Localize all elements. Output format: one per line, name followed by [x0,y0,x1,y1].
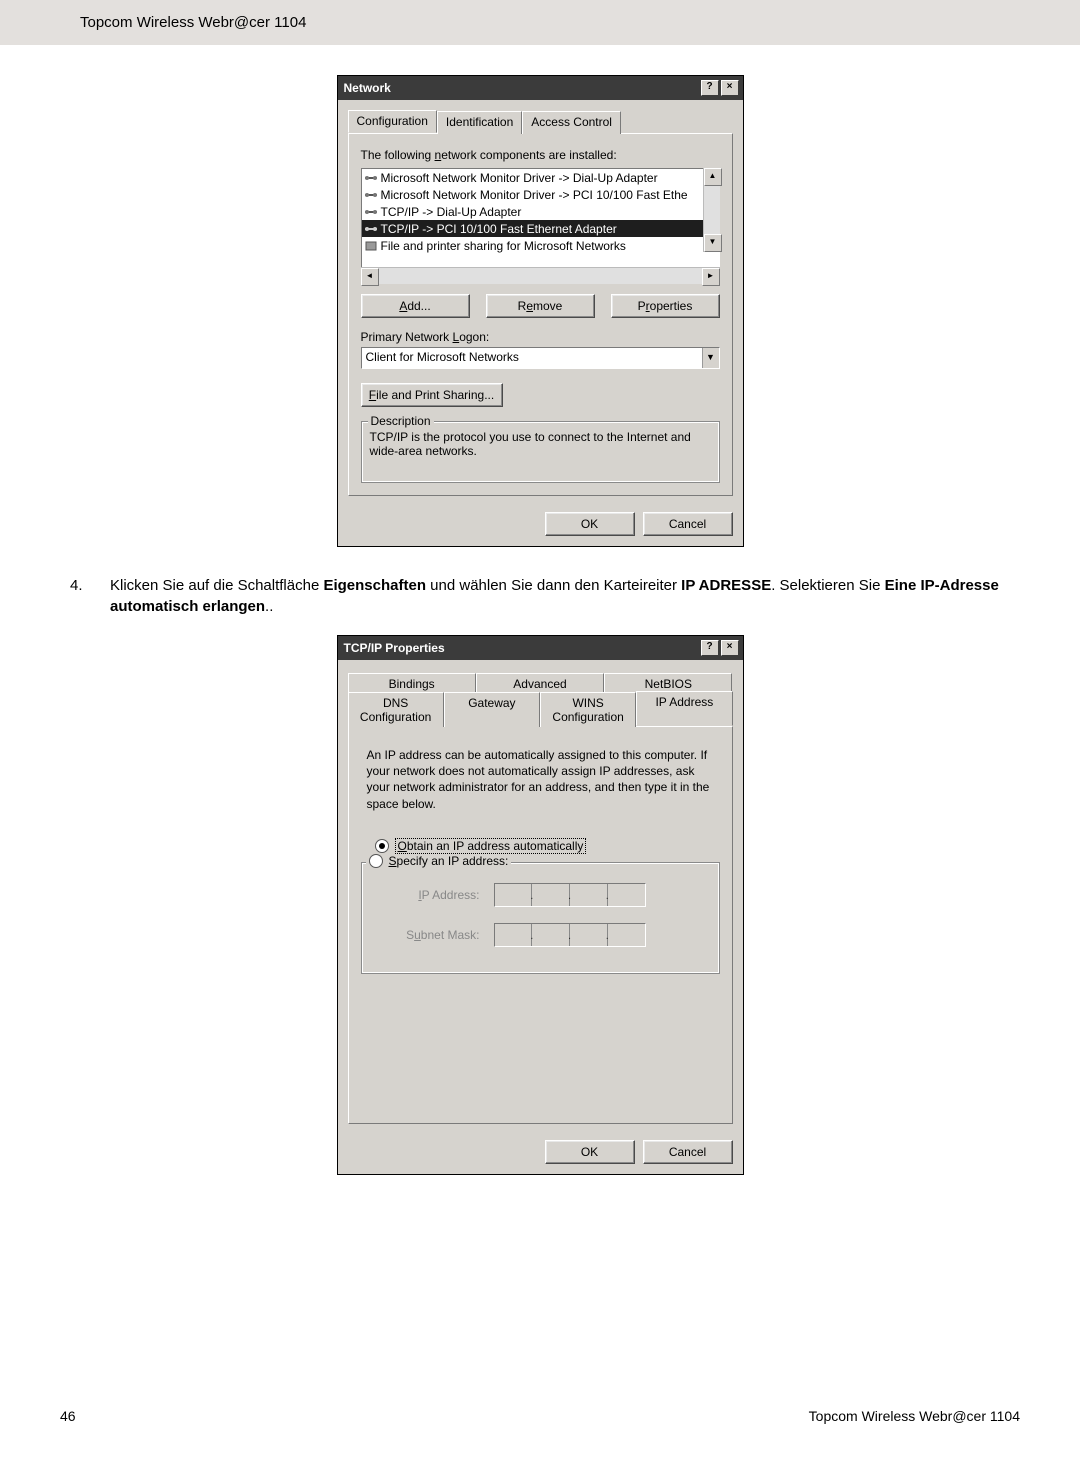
footer-title: Topcom Wireless Webr@cer 1104 [809,1408,1020,1424]
close-button[interactable]: × [721,80,739,96]
page-content: Network ? × Configuration Identification… [0,45,1080,1175]
instruction-step-4: 4. Klicken Sie auf die Schaltfläche Eige… [70,575,1020,617]
tcpip-dialog: TCP/IP Properties ? × Bindings Advanced … [337,635,744,1175]
ok-button[interactable]: OK [545,512,635,536]
tab-ip-address[interactable]: IP Address [636,691,732,726]
protocol-icon [364,205,378,219]
tab-configuration[interactable]: Configuration [348,110,437,133]
help-button[interactable]: ? [701,80,719,96]
ip-seg[interactable] [608,884,645,906]
list-item[interactable]: Microsoft Network Monitor Driver -> Dial… [362,169,719,186]
list-item[interactable]: File and printer sharing for Microsoft N… [362,237,719,254]
service-icon [364,239,378,253]
subnet-mask-row: Subnet Mask: [390,923,711,947]
titlebar: TCP/IP Properties ? × [338,636,743,660]
page-number: 46 [60,1408,76,1424]
titlebar: Network ? × [338,76,743,100]
header-title: Topcom Wireless Webr@cer 1104 [80,14,306,31]
protocol-icon [364,222,378,236]
tab-wins-configuration[interactable]: WINS Configuration [540,692,636,727]
scroll-down-button[interactable]: ▼ [704,234,722,252]
ip-address-row: IP Address: [390,883,711,907]
combo-value: Client for Microsoft Networks [362,348,702,368]
list-item[interactable]: Microsoft Network Monitor Driver -> PCI … [362,186,719,203]
help-button[interactable]: ? [701,640,719,656]
dialog-title: Network [344,81,699,95]
protocol-icon [364,188,378,202]
scroll-left-button[interactable]: ◄ [361,268,379,286]
properties-button[interactable]: Properties [611,294,720,318]
tabs-two-rows: Bindings Advanced NetBIOS DNS Configurat… [348,670,733,726]
vertical-scrollbar[interactable]: ▲ ▼ [703,168,720,252]
tab-panel-ip-address: An IP address can be automatically assig… [348,726,733,1124]
tab-dns-configuration[interactable]: DNS Configuration [348,692,444,727]
ip-seg[interactable] [495,884,533,906]
radio-obtain[interactable] [375,839,389,853]
subnet-mask-label: Subnet Mask: [390,928,480,942]
tab-gateway[interactable]: Gateway [444,692,540,727]
primary-logon-combo[interactable]: Client for Microsoft Networks ▼ [361,347,720,369]
step-number: 4. [70,575,110,617]
components-listbox-wrap: Microsoft Network Monitor Driver -> Dial… [361,168,720,268]
horizontal-scrollbar[interactable]: ◄ ► [361,267,720,284]
radio-obtain-label: Obtain an IP address automatically [395,838,587,854]
dialog-body: Bindings Advanced NetBIOS DNS Configurat… [338,660,743,1132]
ip-seg[interactable] [570,924,608,946]
specify-group: Specify an IP address: IP Address: [361,862,720,974]
step-text: Klicken Sie auf die Schaltfläche Eigensc… [110,575,1020,617]
ip-address-label: IP Address: [390,888,480,902]
subnet-mask-input[interactable] [494,923,646,947]
file-print-sharing-button[interactable]: File and Print Sharing... [361,383,503,407]
component-button-row: Add... Remove Properties [361,294,720,318]
tab-panel-configuration: The following network components are ins… [348,133,733,496]
list-item-selected[interactable]: TCP/IP -> PCI 10/100 Fast Ethernet Adapt… [362,220,719,237]
dialog-body: Configuration Identification Access Cont… [338,100,743,504]
scroll-right-button[interactable]: ► [702,268,720,286]
dialog-bottom-row: OK Cancel [338,504,743,546]
radio-specify-legend: Specify an IP address: [366,854,512,868]
close-button[interactable]: × [721,640,739,656]
dialog-bottom-row: OK Cancel [338,1132,743,1174]
tab-access-control[interactable]: Access Control [522,111,621,134]
page-footer: 46 Topcom Wireless Webr@cer 1104 [60,1408,1020,1424]
ip-address-input[interactable] [494,883,646,907]
primary-logon-label: Primary Network Logon: [361,330,720,344]
network-dialog: Network ? × Configuration Identification… [337,75,744,547]
ip-seg[interactable] [608,924,645,946]
chevron-down-icon[interactable]: ▼ [702,348,719,368]
installed-label: The following network components are ins… [361,148,720,162]
ip-seg[interactable] [570,884,608,906]
description-text: TCP/IP is the protocol you use to connec… [370,430,711,472]
components-listbox[interactable]: Microsoft Network Monitor Driver -> Dial… [361,168,720,268]
dialog-title: TCP/IP Properties [344,641,699,655]
radio-specify-label: Specify an IP address: [389,854,509,868]
list-item[interactable]: TCP/IP -> Dial-Up Adapter [362,203,719,220]
ip-seg[interactable] [495,924,533,946]
radio-obtain-row[interactable]: Obtain an IP address automatically [375,838,720,854]
cancel-button[interactable]: Cancel [643,1140,733,1164]
description-legend: Description [368,414,434,428]
scroll-up-button[interactable]: ▲ [704,168,722,186]
ip-seg[interactable] [532,884,570,906]
ip-seg[interactable] [532,924,570,946]
ok-button[interactable]: OK [545,1140,635,1164]
add-button[interactable]: Add... [361,294,470,318]
tab-identification[interactable]: Identification [437,111,522,134]
protocol-icon [364,171,378,185]
tabs: Configuration Identification Access Cont… [348,110,733,133]
intro-text: An IP address can be automatically assig… [367,747,714,812]
cancel-button[interactable]: Cancel [643,512,733,536]
ip-fields: IP Address: Subnet Mask: [390,883,711,947]
radio-specify[interactable] [369,854,383,868]
tab-advanced[interactable]: Advanced [476,673,604,694]
remove-button[interactable]: Remove [486,294,595,318]
page-header: Topcom Wireless Webr@cer 1104 [0,0,1080,45]
tab-bindings[interactable]: Bindings [348,673,476,694]
file-print-row: File and Print Sharing... [361,383,720,407]
description-group: Description TCP/IP is the protocol you u… [361,421,720,483]
